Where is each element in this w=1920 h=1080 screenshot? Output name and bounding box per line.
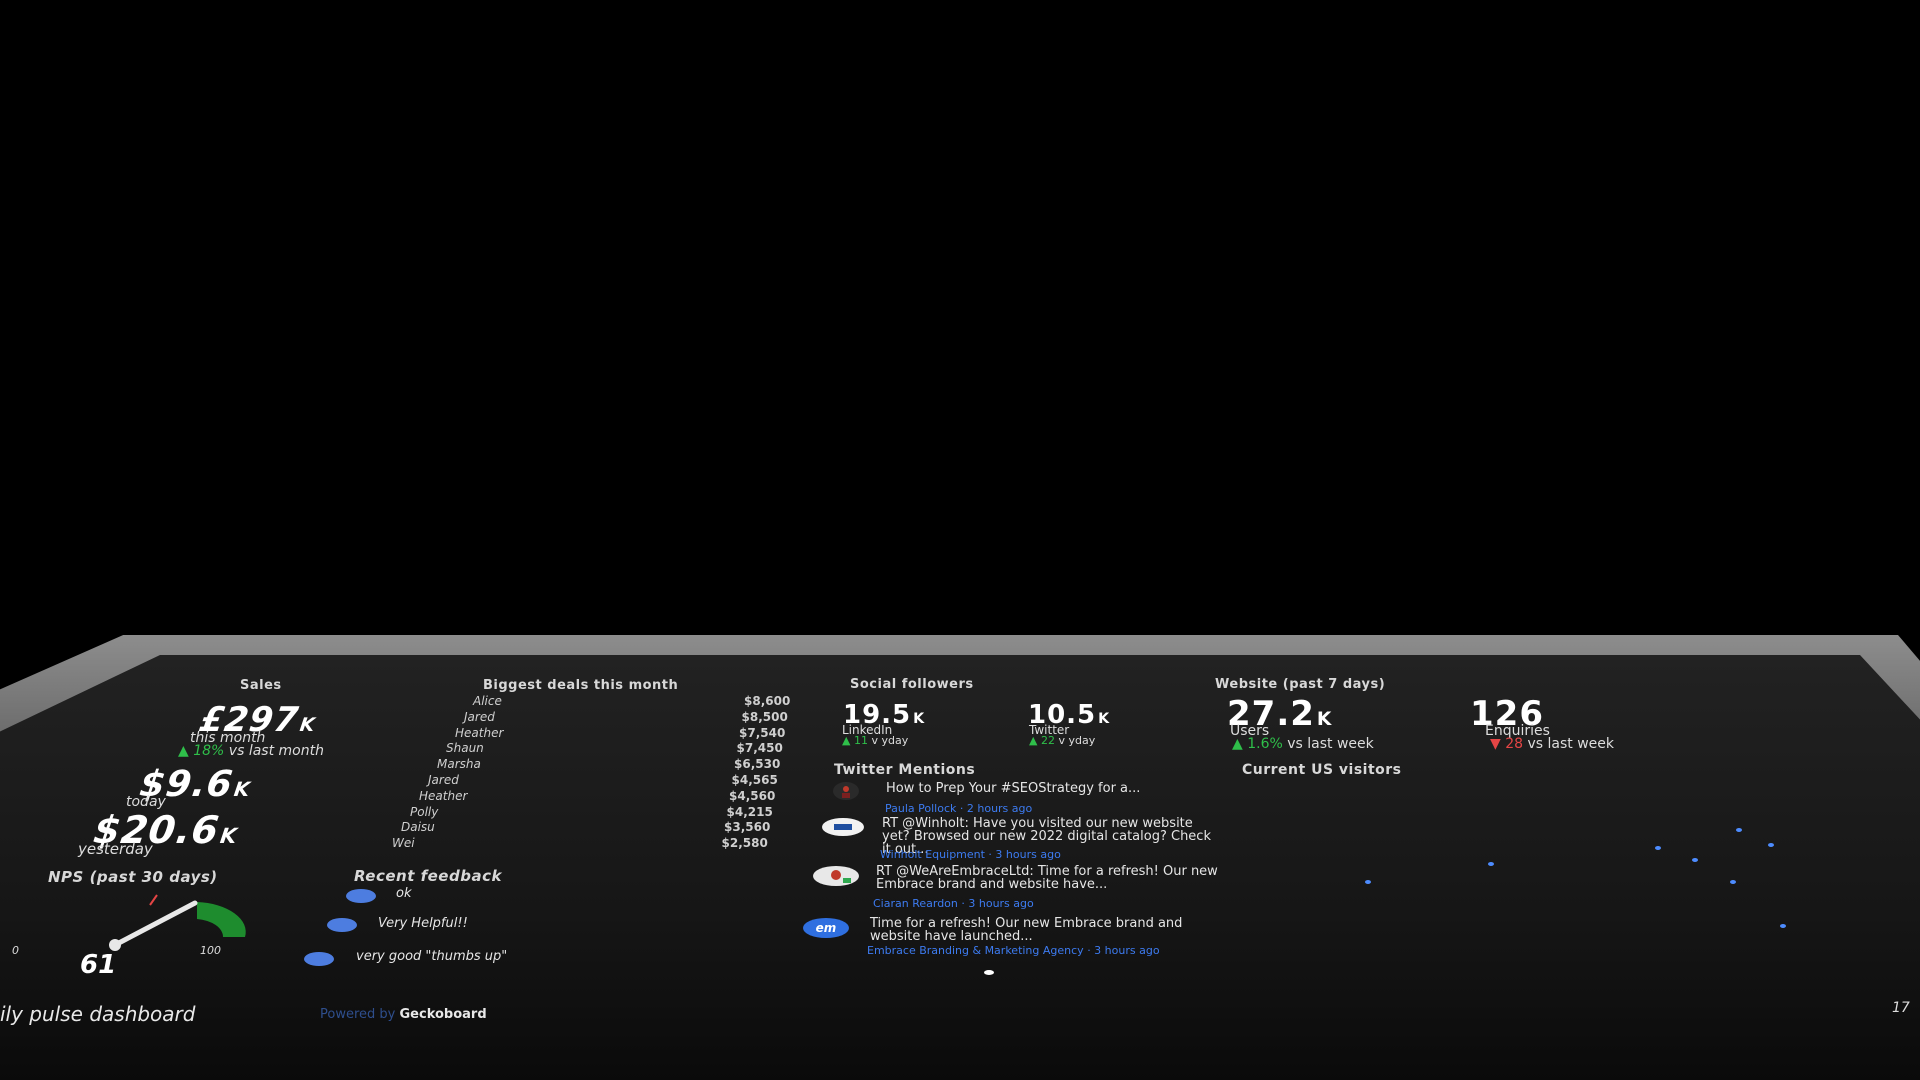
twitter-change: ▲ 22 v yday: [1029, 734, 1095, 747]
deal-value: $4,565: [731, 773, 778, 787]
person-icon: [831, 870, 851, 883]
linkedin-unit: K: [913, 711, 926, 727]
deal-name: Jared: [428, 773, 459, 787]
tweet-1-meta[interactable]: Paula Pollock · 2 hours ago: [885, 802, 1032, 815]
tweet-3-meta[interactable]: Ciaran Reardon · 3 hours ago: [873, 897, 1034, 910]
nps-title: NPS (past 30 days): [48, 868, 218, 886]
linkedin-change-value: ▲ 11: [842, 734, 868, 747]
deal-value: $2,580: [721, 836, 768, 851]
social-title: Social followers: [850, 677, 974, 692]
thumbs-up-icon: [346, 889, 376, 903]
sales-yesterday-label: yesterday: [78, 840, 153, 858]
deals-title: Biggest deals this month: [483, 678, 679, 693]
sales-today-unit: K: [232, 778, 253, 801]
deal-value: $3,560: [724, 820, 771, 835]
users-change-suffix: vs last week: [1287, 736, 1374, 752]
tweet-avatar-3: [813, 866, 859, 886]
deal-value: $4,215: [726, 804, 773, 819]
website-title: Website (past 7 days): [1215, 677, 1386, 692]
winholt-logo-icon: [834, 824, 852, 830]
deal-name: Wei: [392, 836, 415, 851]
deal-name: Heather: [455, 725, 504, 740]
nps-gauge-needle: [112, 900, 198, 948]
geckoboard-logo[interactable]: Geckoboard: [400, 1007, 487, 1022]
nps-gauge-fill: [197, 902, 246, 937]
sales-month-change-suffix: vs last month: [228, 743, 324, 759]
us-visitors-title: Current US visitors: [1242, 762, 1402, 778]
tweet-1-text: How to Prep Your #SEOStrategy for a...: [886, 781, 1141, 796]
sales-month-change: ▲ 18% vs last month: [178, 743, 324, 759]
powered-by-label: Powered by: [320, 1007, 396, 1022]
users-change-value: ▲ 1.6%: [1232, 736, 1283, 752]
visitor-dot: [1655, 846, 1661, 850]
tweet-2-meta[interactable]: Winholt Equipment · 3 hours ago: [880, 848, 1061, 861]
dashboard-title: ily pulse dashboard: [0, 1002, 196, 1026]
twitter-change-value: ▲ 22: [1029, 734, 1055, 747]
deal-name: Heather: [419, 788, 468, 803]
person-icon: [842, 786, 850, 798]
feedback-3-text: very good "thumbs up": [356, 949, 508, 964]
feedback-2-text: Very Helpful!!: [378, 916, 468, 931]
powered-by: Powered by Geckoboard: [320, 1007, 487, 1022]
deal-name: Jared: [464, 709, 495, 724]
deal-value: $7,450: [736, 741, 783, 756]
deal-name: Daisu: [401, 820, 435, 835]
visitor-dot: [1692, 858, 1698, 862]
deal-value: $4,560: [729, 788, 776, 803]
sales-month-unit: K: [298, 715, 317, 736]
twitter-unit: K: [1098, 711, 1111, 727]
thumbs-up-icon: [327, 918, 357, 932]
feedback-1-text: ok: [396, 886, 412, 901]
sales-yesterday-unit: K: [218, 824, 240, 848]
tweet-3-text: RT @WeAreEmbraceLtd: Time for a refresh!…: [876, 864, 1218, 892]
sales-month-change-value: ▲ 18%: [178, 743, 225, 759]
tweet-4-meta[interactable]: Embrace Branding & Marketing Agency · 3 …: [867, 944, 1160, 957]
users-unit: K: [1316, 709, 1333, 730]
nps-max: 100: [200, 944, 221, 957]
nps-value: 61: [80, 950, 117, 980]
twitter-mentions-title: Twitter Mentions: [834, 762, 976, 778]
nps-gauge: [109, 894, 246, 951]
nps-min: 0: [12, 944, 19, 957]
tweet-avatar-4: em: [803, 918, 849, 938]
twitter-change-suffix: v yday: [1058, 734, 1096, 747]
visitor-dot: [1488, 862, 1494, 866]
clock-fragment: 17: [1892, 1000, 1910, 1016]
feedback-title: Recent feedback: [354, 867, 502, 885]
deal-name: Alice: [473, 694, 502, 708]
tweet-4-text: Time for a refresh! Our new Embrace bran…: [870, 916, 1183, 944]
visitor-dot: [1780, 924, 1786, 928]
thumbs-up-icon: [304, 952, 334, 966]
visitor-dot: [1365, 880, 1371, 884]
linkedin-change: ▲ 11 v yday: [842, 734, 908, 747]
tweet-avatar-2: [822, 818, 864, 836]
enquiries-change: ▼ 28 vs last week: [1490, 736, 1614, 752]
carousel-dot[interactable]: [984, 970, 994, 975]
visitor-dot: [1736, 828, 1742, 832]
visitor-dot: [1768, 843, 1774, 847]
enquiries-change-suffix: vs last week: [1527, 736, 1614, 752]
deal-value: $8,600: [744, 694, 791, 708]
deal-name: Polly: [410, 804, 439, 819]
users-change: ▲ 1.6% vs last week: [1232, 736, 1374, 752]
dashboard-photo: Sales £297K this month ▲ 18% vs last mon…: [0, 0, 1920, 1080]
tweet-avatar-1: [833, 782, 859, 800]
deal-name: Shaun: [446, 741, 484, 756]
linkedin-change-suffix: v yday: [871, 734, 909, 747]
sales-title: Sales: [240, 678, 282, 693]
deal-value: $7,540: [739, 725, 786, 740]
visitor-dot: [1730, 880, 1736, 884]
nps-target-marker: [149, 894, 158, 906]
deal-value: $8,500: [741, 709, 788, 724]
deal-value: $6,530: [734, 757, 781, 772]
enquiries-change-value: ▼ 28: [1490, 736, 1524, 752]
deal-name: Marsha: [437, 757, 481, 772]
